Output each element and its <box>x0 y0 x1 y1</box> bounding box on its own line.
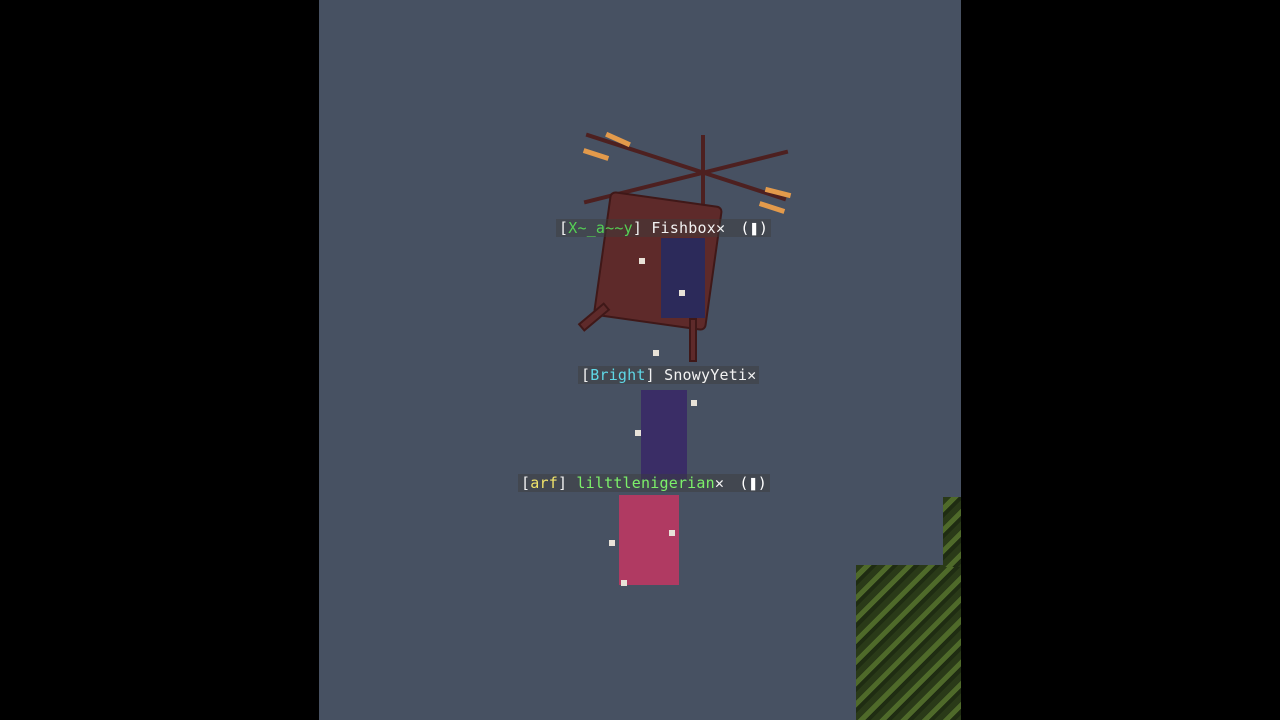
arrow <box>609 540 615 546</box>
nametag-rank: arf <box>530 474 558 492</box>
nametag-mark: ✕ <box>714 474 725 492</box>
nametag-name: SnowyYeti <box>664 366 748 384</box>
arrow <box>635 430 641 436</box>
nametag-fishbox: [X~_a~~y] Fishbox✕ (❚) <box>556 219 772 237</box>
nametag-mark: ✕ <box>715 219 726 237</box>
rotor-mast <box>701 135 705 205</box>
nametag-name: Fishbox <box>651 219 716 237</box>
player-snowyyeti[interactable] <box>641 390 687 480</box>
leaves-block <box>856 565 961 720</box>
player-lilttlenigerian[interactable] <box>619 495 679 585</box>
health-indicator: (❚) <box>740 219 769 237</box>
nametag-bracket: [ <box>521 474 531 492</box>
arrow <box>621 580 627 586</box>
helicopter-strut <box>689 318 697 362</box>
nametag-bracket: ] <box>632 219 643 237</box>
arrow <box>639 258 645 264</box>
letterbox-left <box>0 0 319 720</box>
rotor-tip <box>582 148 610 161</box>
game-viewport[interactable]: [X~_a~~y] Fishbox✕ (❚) [Bright] SnowyYet… <box>319 0 961 720</box>
nametag-mark: ✕ <box>747 366 757 384</box>
arrow <box>669 530 675 536</box>
nametag-rank: X~_a~~y <box>568 219 633 237</box>
nametag-name: lilttlenigerian <box>576 474 715 492</box>
nametag-lilttlenigerian: [arf] lilttlenigerian✕ (❚) <box>518 474 771 492</box>
player-fishbox[interactable] <box>661 238 705 318</box>
arrow <box>653 350 659 356</box>
nametag-snowyyeti: [Bright] SnowyYeti✕ <box>578 366 760 384</box>
nametag-bracket: ] <box>645 366 655 384</box>
leaves-block <box>943 497 961 567</box>
letterbox-right <box>961 0 1280 720</box>
arrow <box>691 400 697 406</box>
arrow <box>679 290 685 296</box>
nametag-bracket: [ <box>559 219 569 237</box>
rotor-tip <box>758 201 786 214</box>
nametag-bracket: ] <box>557 474 568 492</box>
nametag-bracket: [ <box>581 366 591 384</box>
health-indicator: (❚) <box>739 474 768 492</box>
nametag-rank: Bright <box>590 366 646 384</box>
